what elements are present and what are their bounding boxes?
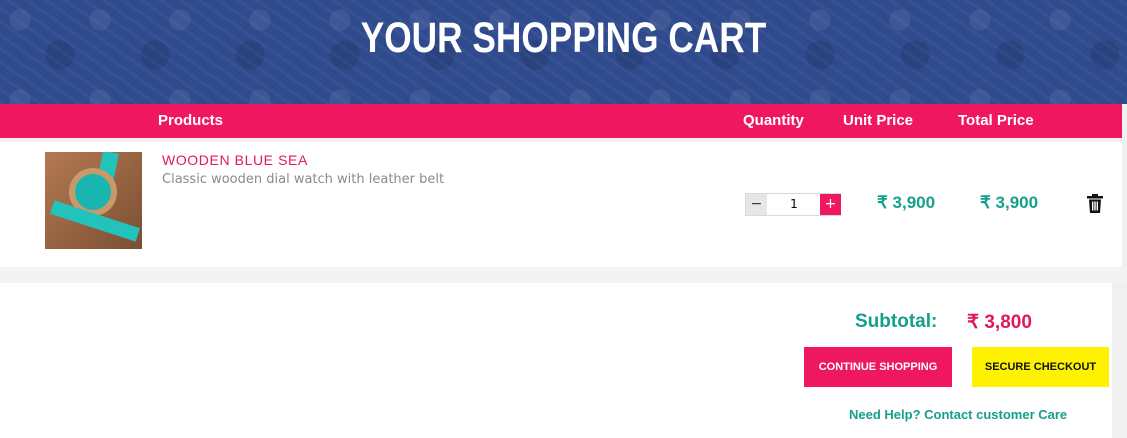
product-thumbnail[interactable] [45, 152, 142, 249]
header-quantity: Quantity [743, 112, 804, 129]
page-banner: YOUR SHOPPING CART [0, 0, 1127, 104]
header-products: Products [158, 112, 224, 129]
product-description: Classic wooden dial watch with leather b… [162, 172, 445, 187]
header-total-price: Total Price [958, 112, 1034, 129]
cart-summary: Subtotal: ₹ 3,800 CONTINUE SHOPPING SECU… [0, 283, 1112, 438]
quantity-decrease-button[interactable]: − [746, 194, 767, 215]
continue-shopping-button[interactable]: CONTINUE SHOPPING [804, 347, 952, 387]
total-price: ₹ 3,900 [980, 193, 1039, 212]
section-divider [0, 267, 1127, 283]
cart-table-header: Products Quantity Unit Price Total Price [0, 104, 1122, 138]
quantity-increase-button[interactable]: + [820, 194, 841, 215]
cart-item-row: WOODEN BLUE SEA Classic wooden dial watc… [0, 142, 1122, 267]
quantity-stepper: − 1 + [745, 193, 841, 216]
header-unit-price: Unit Price [843, 112, 914, 129]
quantity-input[interactable]: 1 [768, 194, 820, 215]
secure-checkout-button[interactable]: SECURE CHECKOUT [972, 347, 1109, 387]
product-name-link[interactable]: WOODEN BLUE SEA [162, 152, 308, 168]
contact-support-link[interactable]: Need Help? Contact customer Care [849, 407, 1067, 422]
page-title: YOUR SHOPPING CART [360, 14, 767, 62]
trash-icon[interactable] [1087, 194, 1103, 214]
unit-price: ₹ 3,900 [877, 193, 936, 212]
subtotal-label: Subtotal: [855, 311, 938, 332]
subtotal-value: ₹ 3,800 [967, 312, 1032, 333]
